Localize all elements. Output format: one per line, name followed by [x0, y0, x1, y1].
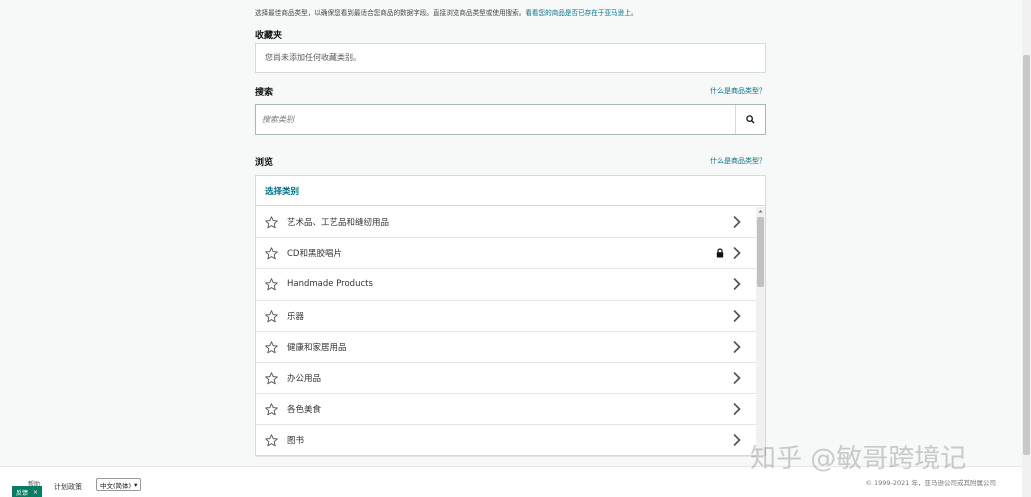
search-help-link[interactable]: 什么是商品类型？ — [710, 86, 766, 96]
favorite-star-icon[interactable] — [264, 340, 279, 355]
watermark-text: 知乎 @敏哥跨境记 — [750, 444, 967, 474]
category-label: 乐器 — [287, 311, 305, 322]
category-label: Handmade Products — [287, 279, 373, 290]
category-row[interactable]: 各色美食 — [256, 394, 756, 426]
page-scrollbar[interactable] — [1022, 0, 1031, 497]
chevron-right-icon[interactable] — [732, 402, 742, 416]
browse-panel: 选择类别 艺术品、工艺品和缝纫用品 CD和黑胶唱片 Handmade Product… — [255, 175, 766, 457]
category-label: 艺术品、工艺品和缝纫用品 — [287, 218, 390, 229]
browse-title: 浏览 — [255, 158, 274, 168]
category-row[interactable]: 乐器 — [256, 301, 756, 332]
favorite-star-icon[interactable] — [264, 277, 279, 292]
search-bar — [255, 104, 766, 135]
feedback-label: 反馈 — [16, 489, 29, 497]
category-row[interactable]: 图书 — [256, 425, 756, 457]
close-icon[interactable]: × — [33, 489, 38, 496]
page-scroll-thumb[interactable] — [1023, 55, 1030, 455]
chevron-right-icon[interactable] — [732, 309, 742, 323]
search-icon — [746, 115, 755, 124]
scroll-up-arrow-icon[interactable] — [756, 207, 765, 215]
favorite-star-icon[interactable] — [264, 402, 279, 417]
category-row[interactable]: 艺术品、工艺品和缝纫用品 — [256, 207, 756, 239]
lock-icon — [716, 248, 724, 258]
favorite-star-icon[interactable] — [264, 371, 279, 386]
favorite-star-icon[interactable] — [264, 246, 279, 261]
category-row[interactable]: 办公用品 — [256, 363, 756, 395]
favorites-box: 您尚未添加任何收藏类别。 — [255, 43, 766, 73]
category-row[interactable]: 健康和家居用品 — [256, 332, 756, 363]
chevron-right-icon[interactable] — [732, 277, 742, 291]
chevron-right-icon[interactable] — [732, 246, 742, 260]
favorite-star-icon[interactable] — [264, 309, 279, 324]
category-label: 办公用品 — [287, 374, 322, 385]
dropdown-arrow-icon: ▾ — [134, 480, 138, 489]
favorite-star-icon[interactable] — [264, 215, 279, 230]
category-label: CD和黑胶唱片 — [287, 249, 342, 260]
chevron-right-icon[interactable] — [732, 215, 742, 229]
browse-help-link[interactable]: 什么是商品类型？ — [710, 156, 766, 166]
intro-description: 选择最佳商品类型，以确保您看到最适合您商品的数据字段。直接浏览商品类型或使用搜索… — [255, 9, 526, 17]
category-row[interactable]: CD和黑胶唱片 — [256, 238, 756, 270]
category-list-scrollbar[interactable] — [756, 207, 765, 456]
category-list: 艺术品、工艺品和缝纫用品 CD和黑胶唱片 Handmade Products 乐器健康… — [256, 207, 756, 457]
select-category-header: 选择类别 — [256, 176, 765, 206]
category-search-input[interactable] — [256, 105, 735, 134]
favorite-star-icon[interactable] — [264, 433, 279, 448]
search-button[interactable] — [735, 105, 765, 134]
program-policy-link[interactable]: 计划政策 — [54, 482, 82, 492]
category-row[interactable]: Handmade Products — [256, 269, 756, 301]
chevron-right-icon[interactable] — [732, 433, 742, 447]
category-label: 各色美食 — [287, 405, 322, 416]
search-title: 搜索 — [255, 88, 274, 98]
scroll-thumb[interactable] — [757, 217, 764, 287]
language-select[interactable]: 中文(简体) ▾ — [96, 478, 142, 491]
favorites-empty-text: 您尚未添加任何收藏类别。 — [265, 53, 361, 62]
chevron-right-icon[interactable] — [732, 340, 742, 354]
favorites-title: 收藏夹 — [255, 31, 283, 41]
feedback-button[interactable]: 反馈 × — [12, 486, 43, 497]
category-label: 健康和家居用品 — [287, 342, 347, 353]
chevron-right-icon[interactable] — [732, 371, 742, 385]
category-label: 图书 — [287, 436, 305, 447]
language-value: 中文(简体) — [100, 481, 132, 490]
intro-text: 选择最佳商品类型，以确保您看到最适合您商品的数据字段。直接浏览商品类型或使用搜索… — [255, 7, 775, 17]
copyright-text: © 1999-2021 年，亚马逊公司或其附属公司 — [865, 479, 996, 487]
check-existing-link[interactable]: 看看您的商品是否已存在于亚马逊上。 — [525, 9, 637, 17]
